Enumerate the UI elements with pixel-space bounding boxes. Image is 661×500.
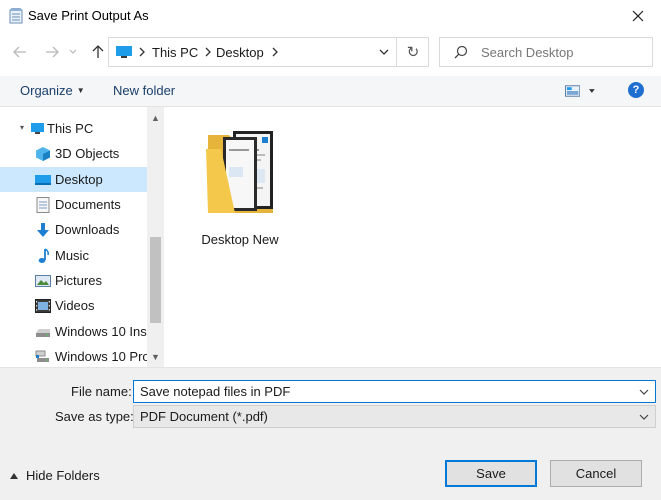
sidebar-item-desktop[interactable]: Desktop [0, 167, 147, 192]
desktop-icon [35, 175, 51, 185]
save-type-select[interactable]: PDF Document (*.pdf) [133, 405, 656, 428]
address-bar[interactable]: This PC Desktop ↻ [108, 37, 429, 67]
chevron-right-icon [205, 47, 211, 57]
sidebar-item-label: Music [55, 248, 89, 263]
sidebar-item-label: Documents [55, 197, 121, 212]
expand-chevron-icon: ▾ [20, 123, 25, 132]
refresh-button[interactable]: ↻ [396, 38, 429, 66]
sidebar-item-label: This PC [47, 121, 94, 136]
sidebar-item-music[interactable]: Music [0, 243, 147, 268]
save-button[interactable]: Save [445, 460, 537, 487]
videos-icon [35, 299, 51, 313]
refresh-icon: ↻ [406, 44, 420, 61]
sidebar-item-label: Windows 10 Pro [55, 349, 147, 364]
chevron-down-icon [639, 414, 649, 420]
search-icon [454, 45, 468, 59]
navigation-scrollbar[interactable]: ▲ ▼ [147, 107, 164, 367]
recent-locations-button[interactable] [66, 42, 80, 62]
sidebar-item-3d-objects[interactable]: 3D Objects [0, 141, 147, 166]
toolbar: Organize ▼ New folder ? [0, 76, 661, 107]
change-view-button[interactable] [565, 84, 595, 98]
chevron-right-icon [139, 47, 145, 57]
chevron-right-icon [272, 47, 278, 57]
notepad-icon [9, 8, 23, 24]
music-icon [38, 248, 49, 263]
forward-button[interactable] [42, 42, 62, 62]
chevron-down-icon: ▼ [151, 351, 160, 362]
sidebar-item-windows-10-insi[interactable]: Windows 10 Insi [0, 319, 147, 344]
save-dialog: Save Print Output As This PC Desktop ↻ S… [0, 0, 661, 500]
file-name-field[interactable]: Save notepad files in PDF [133, 380, 656, 403]
search-box[interactable]: Search Desktop [439, 37, 653, 67]
chevron-down-icon [69, 49, 77, 54]
folder-icon [206, 131, 273, 213]
sidebar-item-this-pc[interactable]: ▾ This PC [0, 116, 147, 141]
this-pc-icon [116, 46, 132, 58]
sidebar-item-documents[interactable]: Documents [0, 192, 147, 217]
up-button[interactable] [88, 42, 108, 62]
save-type-value: PDF Document (*.pdf) [140, 409, 268, 424]
search-input[interactable]: Search Desktop [481, 45, 574, 60]
cancel-label: Cancel [575, 466, 617, 481]
breadcrumb-desktop[interactable]: Desktop [216, 45, 264, 60]
this-pc-icon [31, 123, 44, 134]
sidebar-item-label: 3D Objects [55, 146, 120, 161]
sidebar-item-videos[interactable]: Videos [0, 293, 147, 318]
chevron-down-icon [639, 389, 649, 395]
file-name-value: Save notepad files in PDF [140, 384, 291, 399]
downloads-icon [37, 223, 49, 237]
scroll-down-button[interactable]: ▼ [147, 348, 164, 365]
organize-label: Organize [20, 83, 73, 98]
folder-item[interactable]: Desktop New [195, 119, 285, 247]
caret-down-icon [589, 89, 595, 93]
save-form: File name: Save notepad files in PDF Sav… [0, 367, 661, 500]
pictures-icon [35, 275, 51, 287]
chevron-up-icon: ▲ [151, 112, 160, 123]
chevron-down-icon [379, 49, 389, 55]
file-name-dropdown[interactable] [639, 385, 649, 399]
window-title: Save Print Output As [28, 8, 149, 23]
file-list: Desktop New [165, 107, 661, 367]
drive-icon [36, 329, 50, 337]
breadcrumb-this-pc[interactable]: This PC [152, 45, 198, 60]
caret-down-icon: ▼ [76, 86, 85, 95]
help-button[interactable]: ? [628, 82, 644, 98]
help-icon: ? [632, 84, 640, 96]
cancel-button[interactable]: Cancel [550, 460, 642, 487]
navigation-pane: ▾ This PC 3D Objects Desktop Documents D… [0, 107, 165, 367]
sidebar-item-windows-10-pro[interactable]: Windows 10 Pro [0, 344, 147, 367]
back-button[interactable] [10, 42, 30, 62]
sidebar-item-label: Videos [55, 298, 95, 313]
file-name-label: File name: [71, 384, 132, 399]
save-label: Save [476, 466, 506, 481]
title-bar: Save Print Output As [0, 0, 661, 32]
hide-folders-button[interactable]: Hide Folders [10, 468, 100, 483]
view-icon [565, 85, 581, 97]
address-dropdown-button[interactable] [374, 44, 394, 60]
organize-button[interactable]: Organize ▼ [20, 83, 85, 98]
hide-folders-label: Hide Folders [26, 468, 100, 483]
sidebar-item-downloads[interactable]: Downloads [0, 217, 147, 242]
close-icon [632, 10, 644, 22]
documents-icon [36, 197, 50, 213]
arrow-left-icon [13, 46, 26, 58]
sidebar-item-label: Desktop [55, 172, 103, 187]
sidebar-item-label: Windows 10 Insi [55, 324, 147, 339]
sidebar-item-label: Pictures [55, 273, 102, 288]
scrollbar-thumb[interactable] [150, 237, 161, 323]
sidebar-item-label: Downloads [55, 222, 120, 237]
caret-up-icon [10, 472, 18, 479]
new-folder-button[interactable]: New folder [113, 83, 175, 98]
close-button[interactable] [615, 0, 661, 32]
arrow-right-icon [46, 46, 59, 58]
arrow-up-icon [92, 45, 104, 58]
sidebar-item-pictures[interactable]: Pictures [0, 268, 147, 293]
scroll-up-button[interactable]: ▲ [147, 109, 164, 126]
folder-label: Desktop New [201, 232, 279, 247]
save-type-dropdown[interactable] [639, 410, 649, 424]
network-drive-icon [35, 350, 49, 362]
3d-objects-icon [36, 147, 50, 161]
save-type-label: Save as type: [55, 409, 134, 424]
